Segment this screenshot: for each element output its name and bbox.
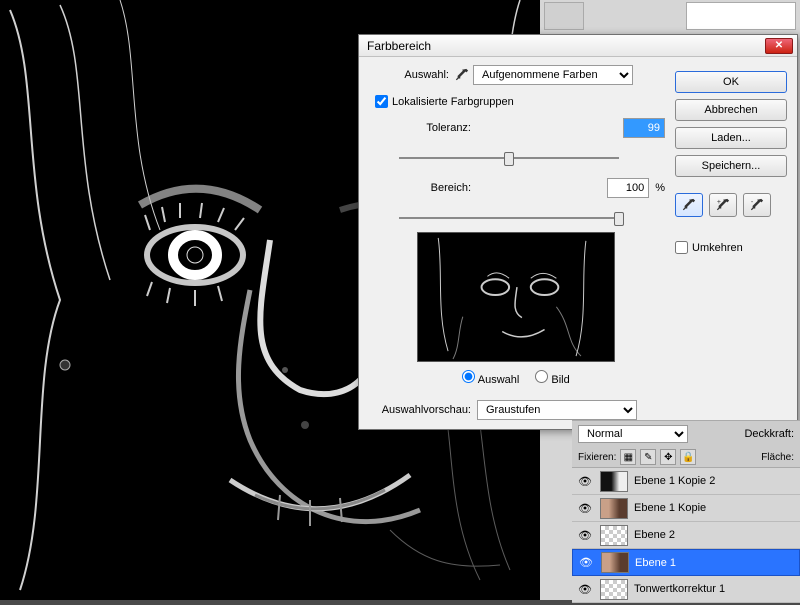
cancel-button[interactable]: Abbrechen [675,99,787,121]
lock-paint-icon[interactable]: ✎ [640,449,656,465]
range-input[interactable] [607,178,649,198]
visibility-icon[interactable]: 👁 [577,556,595,569]
invert-checkbox[interactable] [675,241,688,254]
lock-all-icon[interactable]: 🔒 [680,449,696,465]
lock-move-icon[interactable]: ✥ [660,449,676,465]
eyedropper-subtract-button[interactable]: - [743,193,771,217]
svg-text:+: + [717,199,721,206]
save-button[interactable]: Speichern... [675,155,787,177]
layer-row[interactable]: 👁 Ebene 2 [572,522,800,549]
layer-name: Ebene 1 Kopie 2 [634,475,715,487]
ok-button[interactable]: OK [675,71,787,93]
select-dropdown[interactable]: Aufgenommene Farben [473,65,633,85]
eyedropper-icon [455,68,469,82]
tolerance-slider[interactable] [399,148,619,168]
range-unit: % [655,182,665,194]
close-button[interactable]: ✕ [765,38,793,54]
layer-name: Ebene 2 [634,529,675,541]
range-slider[interactable] [399,208,619,228]
layer-thumb [600,525,628,546]
layer-row[interactable]: 👁 Ebene 1 Kopie [572,495,800,522]
preview-mode-label: Auswahlvorschau: [367,404,477,416]
radio-image[interactable]: Bild [535,370,569,386]
eyedropper-add-button[interactable]: + [709,193,737,217]
layer-name: Tonwertkorrektur 1 [634,583,725,595]
layer-name: Ebene 1 [635,557,676,569]
preview-mode-select[interactable]: Graustufen [477,400,637,420]
lock-transparency-icon[interactable]: ▦ [620,449,636,465]
visibility-icon[interactable]: 👁 [576,529,594,542]
visibility-icon[interactable]: 👁 [576,475,594,488]
localized-label: Lokalisierte Farbgruppen [392,96,514,108]
tolerance-input[interactable] [623,118,665,138]
layer-name: Ebene 1 Kopie [634,502,706,514]
selection-preview[interactable] [417,232,615,362]
layers-panel: Normal Deckkraft: Fixieren: ▦ ✎ ✥ 🔒 Fläc… [572,420,800,600]
blend-mode-select[interactable]: Normal [578,425,688,443]
dialog-titlebar[interactable]: Farbbereich ✕ [359,35,797,57]
dialog-title: Farbbereich [367,39,431,53]
select-label: Auswahl: [367,69,455,81]
visibility-icon[interactable]: 👁 [576,502,594,515]
layer-row[interactable]: 👁 Tonwertkorrektur 1 [572,576,800,603]
localized-checkbox[interactable] [375,95,388,108]
layer-thumb [600,471,628,492]
navigator-thumb [686,2,796,30]
layer-row[interactable]: 👁 Ebene 1 [572,549,800,576]
svg-text:-: - [751,199,754,206]
opacity-label: Deckkraft: [744,428,794,440]
layer-thumb [600,579,628,600]
radio-selection[interactable]: Auswahl [462,370,519,386]
range-label: Bereich: [367,182,477,194]
tolerance-label: Toleranz: [367,122,477,134]
fill-label: Fläche: [761,452,794,463]
eyedropper-button[interactable] [675,193,703,217]
color-range-dialog: Farbbereich ✕ Auswahl: Aufgenommene Farb… [358,34,798,430]
invert-label: Umkehren [692,242,743,254]
load-button[interactable]: Laden... [675,127,787,149]
visibility-icon[interactable]: 👁 [576,583,594,596]
lock-label: Fixieren: [578,452,616,463]
layer-thumb [601,552,629,573]
layer-row[interactable]: 👁 Ebene 1 Kopie 2 [572,468,800,495]
layer-thumb [600,498,628,519]
toolbar-fragment [544,2,584,30]
